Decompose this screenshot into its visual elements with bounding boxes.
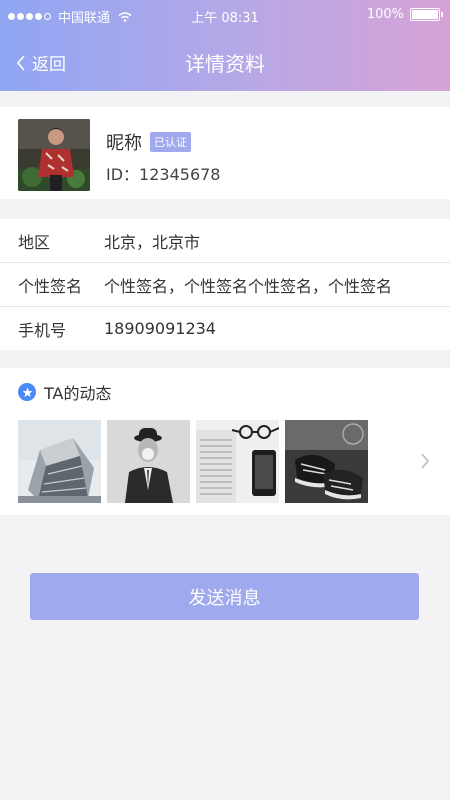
info-row-phone: 手机号 18909091234 xyxy=(0,307,450,350)
info-card: 地区 北京，北京市 个性签名 个性签名，个性签名个性签名，个性签名 手机号 18… xyxy=(0,219,450,350)
status-bar: 中国联通 上午 08:31 100% xyxy=(0,0,450,30)
navbar: 返回 详情资料 xyxy=(0,30,450,91)
moment-thumbnail-building[interactable] xyxy=(18,420,101,503)
star-icon xyxy=(18,383,36,401)
nickname: 昵称 xyxy=(106,133,142,154)
region-value: 北京，北京市 xyxy=(104,232,201,252)
moment-thumbnail-phone-newspaper[interactable] xyxy=(196,420,279,503)
moments-card[interactable]: TA的动态 xyxy=(0,368,450,515)
moments-header: TA的动态 xyxy=(18,380,111,404)
profile-card[interactable]: 昵称 已认证 ID：12345678 xyxy=(0,107,450,199)
chevron-right-icon[interactable] xyxy=(420,452,430,470)
moment-thumbnail-suit-man[interactable] xyxy=(107,420,190,503)
phone-label: 手机号 xyxy=(18,320,67,340)
signature-value: 个性签名，个性签名个性签名，个性签名 xyxy=(104,276,393,296)
send-message-button[interactable]: 发送消息 xyxy=(30,573,419,620)
moments-title: TA的动态 xyxy=(44,384,112,403)
info-row-region: 地区 北京，北京市 xyxy=(0,219,450,262)
info-row-signature: 个性签名 个性签名，个性签名个性签名，个性签名 xyxy=(0,263,450,306)
battery-icon xyxy=(410,8,443,21)
user-id: ID：12345678 xyxy=(106,165,221,184)
moment-thumbnail-sneakers[interactable] xyxy=(285,420,368,503)
signature-label: 个性签名 xyxy=(18,276,83,296)
page-title: 详情资料 xyxy=(185,52,265,76)
nickname-row: 昵称 已认证 xyxy=(106,129,191,155)
header: 中国联通 上午 08:31 100% 返回 详情资料 xyxy=(0,0,450,91)
phone-value[interactable]: 18909091234 xyxy=(104,319,216,338)
status-right: 100% xyxy=(366,7,443,22)
region-label: 地区 xyxy=(18,232,51,252)
avatar[interactable] xyxy=(18,119,90,191)
verified-badge: 已认证 xyxy=(150,132,191,152)
battery-percent: 100% xyxy=(366,7,404,22)
